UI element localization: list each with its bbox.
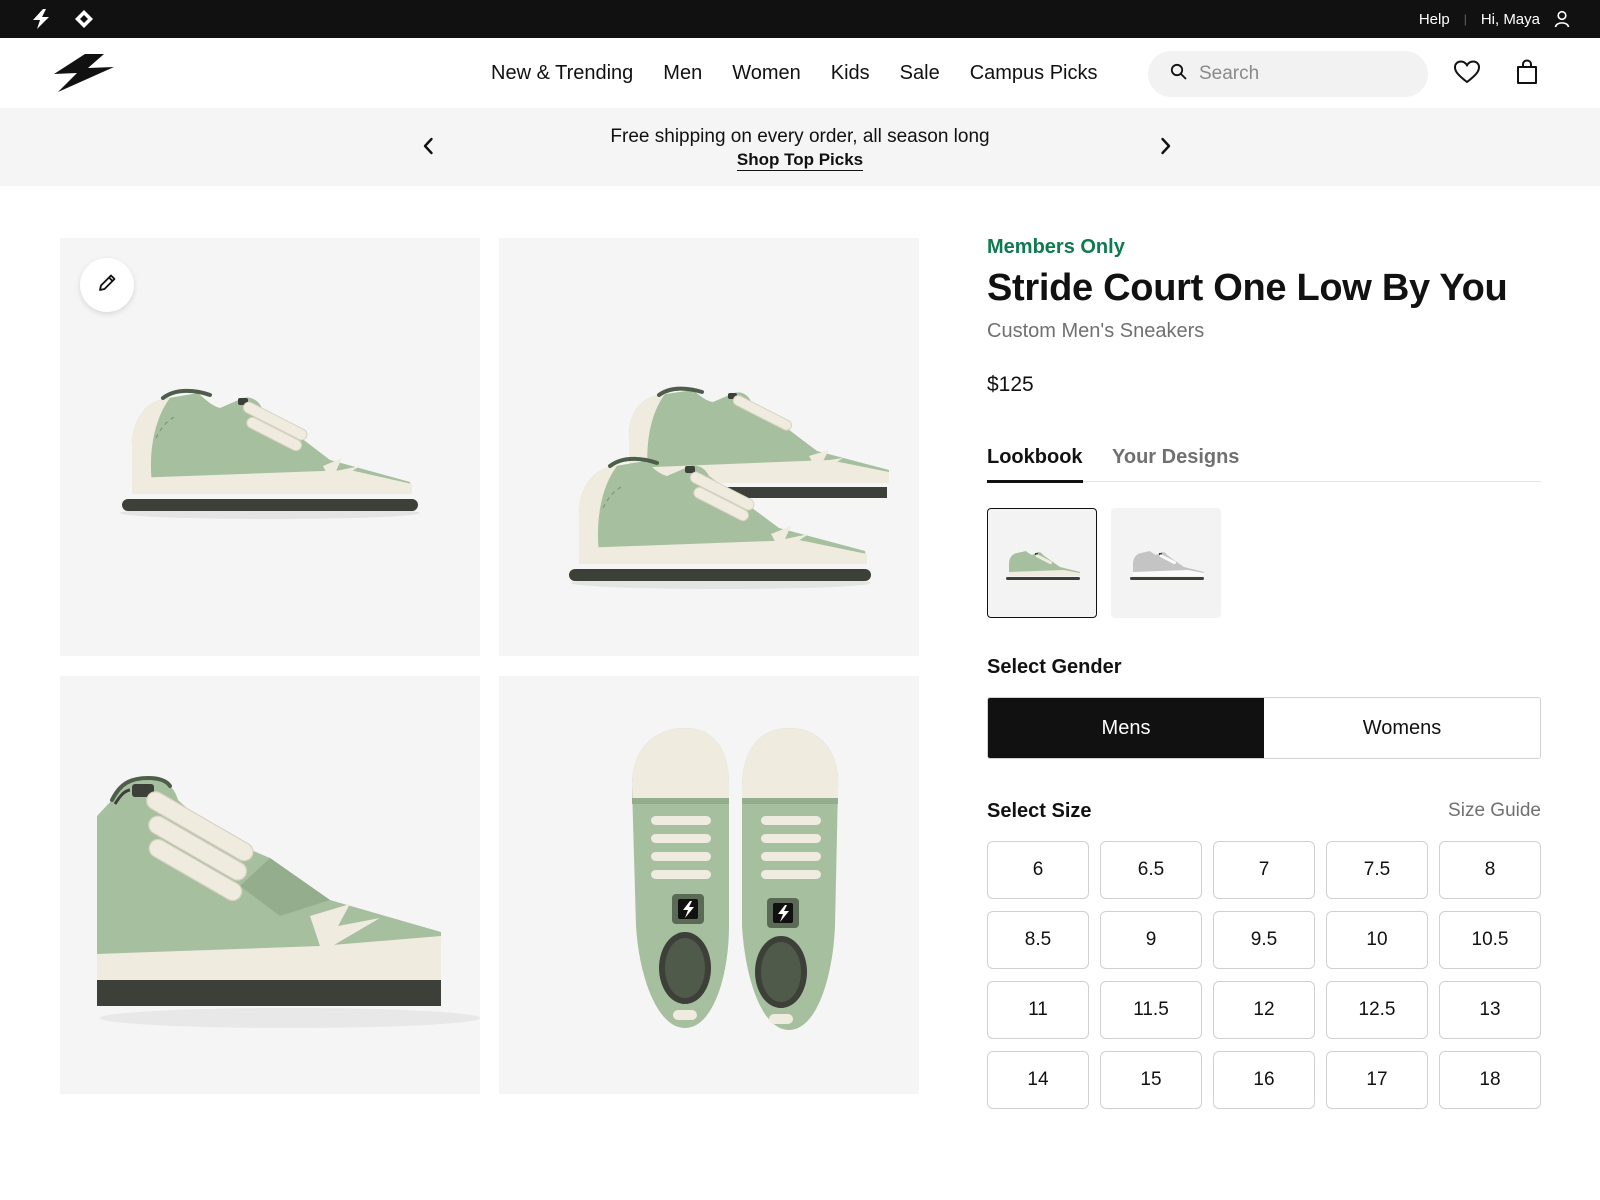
size-option[interactable]: 15 [1100, 1051, 1202, 1109]
size-option[interactable]: 14 [987, 1051, 1089, 1109]
size-option[interactable]: 7 [1213, 841, 1315, 899]
shop-top-picks-link[interactable]: Shop Top Picks [736, 150, 864, 171]
grey-sneaker-thumbnail [1130, 551, 1204, 580]
size-option[interactable]: 11 [987, 981, 1089, 1039]
nav-item-sale[interactable]: Sale [900, 62, 940, 85]
promo-message: Free shipping on every order, all season… [610, 126, 990, 147]
design-tabs: Lookbook Your Designs [987, 440, 1541, 483]
promo-banner: Free shipping on every order, all season… [0, 108, 1600, 186]
nav-item-women[interactable]: Women [732, 62, 801, 85]
size-option[interactable]: 11.5 [1100, 981, 1202, 1039]
lookbook-swatch-green[interactable] [987, 508, 1097, 618]
nav-item-kids[interactable]: Kids [831, 62, 870, 85]
main-header: New & Trending Men Women Kids Sale Campu… [0, 38, 1600, 108]
product-image-side[interactable] [60, 238, 480, 656]
pencil-icon [96, 272, 118, 299]
sneaker-top-view-image [632, 728, 839, 1030]
sneaker-closeup-image [97, 775, 480, 1028]
size-label: Select Size [987, 800, 1092, 822]
primary-nav: New & Trending Men Women Kids Sale Campu… [491, 38, 1128, 108]
sneaker-pair-view-image [569, 386, 889, 589]
size-option[interactable]: 6 [987, 841, 1089, 899]
bolt-icon[interactable] [30, 9, 52, 34]
product-price: $125 [987, 373, 1034, 396]
product-title: Stride Court One Low By You [987, 267, 1508, 309]
size-option[interactable]: 6.5 [1100, 841, 1202, 899]
utility-bar: Help | Hi, Maya [0, 0, 1600, 38]
size-option[interactable]: 9.5 [1213, 911, 1315, 969]
gender-option-mens[interactable]: Mens [988, 698, 1264, 758]
nav-item-campus-picks[interactable]: Campus Picks [970, 62, 1098, 85]
diamond-icon[interactable] [74, 9, 94, 34]
size-option[interactable]: 8 [1439, 841, 1541, 899]
bag-icon[interactable] [1516, 59, 1538, 90]
product-subtitle: Custom Men's Sneakers [987, 320, 1205, 342]
size-option[interactable]: 18 [1439, 1051, 1541, 1109]
green-sneaker-thumbnail [1006, 551, 1080, 580]
size-grid: 6 6.5 7 7.5 8 8.5 9 9.5 10 10.5 11 11.5 … [987, 841, 1541, 1109]
nav-item-men[interactable]: Men [663, 62, 702, 85]
edit-design-button[interactable] [80, 258, 134, 312]
search-input[interactable] [1199, 63, 1409, 85]
tab-your-designs[interactable]: Your Designs [1112, 446, 1239, 469]
brand-logo-icon[interactable] [54, 54, 114, 97]
size-option[interactable]: 9 [1100, 911, 1202, 969]
greeting-link[interactable]: Hi, Maya [1481, 11, 1540, 28]
size-option[interactable]: 10 [1326, 911, 1428, 969]
promo-link: Shop Top Picks [0, 150, 1600, 171]
size-option[interactable]: 12 [1213, 981, 1315, 1039]
lookbook-swatch-grey[interactable] [1111, 508, 1221, 618]
divider: | [1463, 12, 1467, 26]
size-guide-link[interactable]: Size Guide [1448, 800, 1541, 822]
chevron-right-icon[interactable] [1160, 136, 1172, 161]
product-image-top[interactable] [499, 676, 919, 1094]
size-option[interactable]: 12.5 [1326, 981, 1428, 1039]
product-image-pair[interactable] [499, 238, 919, 656]
gender-selector: Mens Womens [987, 697, 1541, 759]
size-option[interactable]: 17 [1326, 1051, 1428, 1109]
size-option[interactable]: 16 [1213, 1051, 1315, 1109]
size-option[interactable]: 8.5 [987, 911, 1089, 969]
product-image-closeup[interactable] [60, 676, 480, 1094]
search-box[interactable] [1148, 51, 1428, 97]
nav-item-new-trending[interactable]: New & Trending [491, 62, 633, 85]
size-option[interactable]: 10.5 [1439, 911, 1541, 969]
size-option[interactable]: 13 [1439, 981, 1541, 1039]
search-icon [1170, 63, 1187, 85]
heart-icon[interactable] [1453, 60, 1481, 89]
tab-lookbook[interactable]: Lookbook [987, 446, 1083, 483]
user-icon[interactable] [1554, 10, 1570, 28]
utility-links: Help | Hi, Maya [1419, 0, 1570, 38]
gender-option-womens[interactable]: Womens [1264, 698, 1540, 758]
gender-label: Select Gender [987, 656, 1122, 678]
size-option[interactable]: 7.5 [1326, 841, 1428, 899]
product-info: Members Only Stride Court One Low By You… [987, 236, 1541, 397]
members-only-badge: Members Only [987, 236, 1125, 258]
help-link[interactable]: Help [1419, 11, 1450, 28]
